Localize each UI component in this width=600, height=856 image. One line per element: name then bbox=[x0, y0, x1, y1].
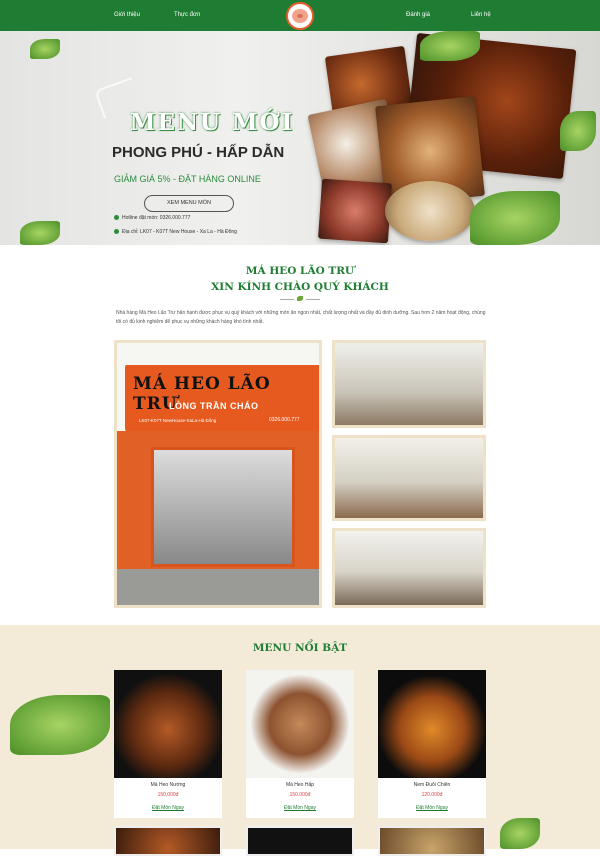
hero-address: Địa chỉ: LK07 - K07T New House - Xa La -… bbox=[114, 229, 237, 235]
food-photo bbox=[317, 178, 393, 244]
store-sign-phone: 0326.000.777 bbox=[269, 417, 300, 423]
menu-card[interactable] bbox=[246, 826, 354, 856]
food-photo bbox=[385, 181, 475, 241]
store-sign-address: LK07-K07T NewHouse-XaLa-Hà Đông bbox=[139, 418, 217, 423]
hero-subtitle: PHONG PHÚ - HẤP DẪN bbox=[112, 144, 285, 161]
dish-price: 150.000đ bbox=[157, 792, 179, 798]
dining-room-photo bbox=[332, 435, 486, 521]
welcome-heading: XIN KÍNH CHÀO QUÝ KHÁCH bbox=[211, 281, 389, 293]
menu-card[interactable]: Nem Đuôi Chiên 120.000đ Đặt Món Ngay bbox=[378, 670, 486, 818]
storefront-photo: MÁ HEO LÃO TRƯ LÒNG TRẦN CHÁO LK07-K07T … bbox=[114, 340, 322, 608]
store-door bbox=[151, 447, 295, 567]
lettuce-decoration bbox=[470, 191, 560, 245]
dining-room-photo bbox=[332, 340, 486, 428]
leaf-icon bbox=[297, 296, 303, 301]
order-now-link[interactable]: Đặt Món Ngay bbox=[246, 805, 354, 811]
phone-icon bbox=[114, 215, 119, 221]
leaf-decoration bbox=[20, 221, 60, 245]
hero-discount: GIẢM GIÁ 5% - ĐẶT HÀNG ONLINE bbox=[114, 174, 261, 184]
order-now-link[interactable]: Đặt Món Ngay bbox=[378, 805, 486, 811]
nav-menu[interactable]: Thực đơn bbox=[174, 12, 200, 18]
dish-price: 150.000đ bbox=[289, 792, 311, 798]
dish-name: Má Heo Hấp bbox=[285, 782, 315, 788]
menu-card[interactable]: Má Heo Nướng 150.000đ Đặt Món Ngay bbox=[114, 670, 222, 818]
top-navbar: Giới thiệu Thực đơn Đánh giá Liên hệ bbox=[0, 0, 600, 31]
dish-name: Nem Đuôi Chiên bbox=[413, 782, 451, 788]
hero-hotline: Hotline đặt món: 0326.000.777 bbox=[114, 215, 190, 221]
hero-title: MENU MỚI bbox=[130, 109, 295, 136]
lettuce-decoration bbox=[10, 695, 110, 755]
dish-image bbox=[114, 670, 222, 778]
address-text: Địa chỉ: LK07 - K07T New House - Xa La -… bbox=[122, 229, 237, 235]
menu-card[interactable] bbox=[378, 826, 486, 856]
dish-price: 120.000đ bbox=[421, 792, 443, 798]
order-now-link[interactable]: Đặt Món Ngay bbox=[114, 805, 222, 811]
lettuce-decoration bbox=[420, 31, 480, 61]
leaf-divider bbox=[280, 296, 320, 301]
view-menu-button[interactable]: XEM MENU MÓN bbox=[144, 195, 234, 212]
dining-room-photo bbox=[332, 528, 486, 608]
leaf-decoration bbox=[30, 39, 60, 59]
intro-text: Nhà hàng Má Heo Lão Trư hân hạnh được ph… bbox=[116, 310, 486, 325]
intro-section: MÁ HEO LÃO TRƯ XIN KÍNH CHÀO QUÝ KHÁCH N… bbox=[0, 245, 600, 625]
restaurant-name: MÁ HEO LÃO TRƯ bbox=[245, 265, 355, 277]
nav-reviews[interactable]: Đánh giá bbox=[406, 12, 430, 18]
dish-image bbox=[378, 670, 486, 778]
nav-about[interactable]: Giới thiệu bbox=[114, 12, 140, 18]
leaf-decoration bbox=[500, 818, 540, 849]
store-sign-sub: LÒNG TRẦN CHÁO bbox=[169, 401, 259, 411]
brand-logo[interactable] bbox=[286, 2, 314, 30]
leaf-decoration bbox=[560, 111, 596, 151]
pig-icon bbox=[292, 9, 308, 23]
nav-contact[interactable]: Liên hệ bbox=[471, 12, 491, 18]
hotline-text: Hotline đặt món: 0326.000.777 bbox=[122, 215, 191, 221]
hero-banner: MENU MỚI PHONG PHÚ - HẤP DẪN GIẢM GIÁ 5%… bbox=[0, 31, 600, 245]
pavement bbox=[117, 569, 319, 605]
menu-card[interactable]: Má Heo Hấp 150.000đ Đặt Món Ngay bbox=[246, 670, 354, 818]
menu-card[interactable] bbox=[114, 826, 222, 856]
location-icon bbox=[114, 229, 119, 235]
dish-name: Má Heo Nướng bbox=[150, 782, 186, 788]
featured-menu-title: MENU NỔI BẬT bbox=[252, 642, 348, 654]
dish-image bbox=[246, 670, 354, 778]
